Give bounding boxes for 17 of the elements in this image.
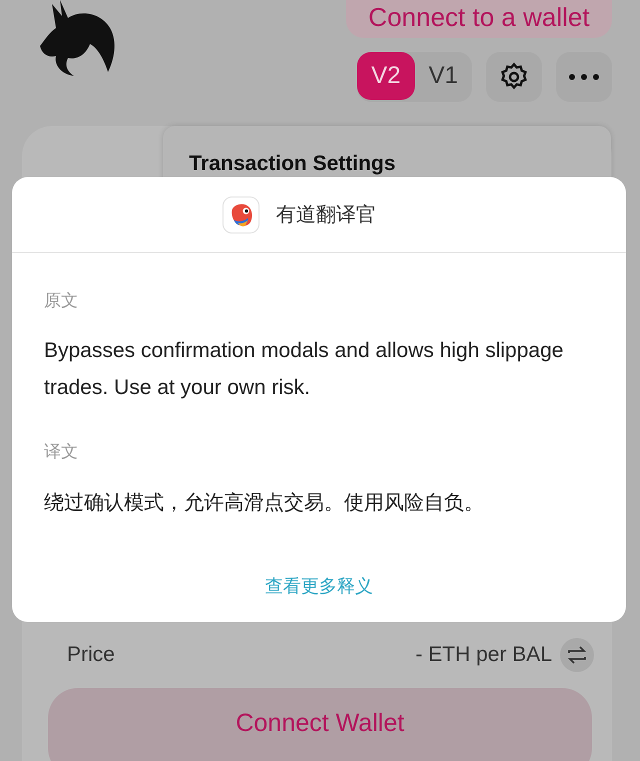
translation-label: 译文 (44, 441, 79, 463)
more-icon[interactable] (556, 52, 612, 102)
more-definitions-link[interactable]: 查看更多释义 (265, 574, 373, 598)
connect-wallet-button[interactable]: Connect to a wallet (346, 0, 612, 38)
connect-wallet-button[interactable]: Connect Wallet (48, 688, 592, 761)
source-label: 原文 (44, 290, 79, 312)
parrot-app-icon (222, 196, 260, 234)
source-text: Bypasses confirmation modals and allows high slippage trades. Use at your own risk. (44, 338, 564, 401)
version-tab[interactable]: V2 (357, 52, 415, 100)
price-value: - ETH per BAL (415, 643, 552, 667)
swap-arrows-icon[interactable] (560, 638, 594, 672)
version-tab[interactable]: V1 (414, 52, 472, 100)
settings-icon[interactable] (486, 52, 542, 102)
app-name: 有道翻译官 (276, 203, 376, 228)
price-label: Price (67, 643, 115, 667)
translation-text: 绕过确认模式，允许高滑点交易。使用风险自负。 (44, 491, 485, 516)
popover-title: Transaction Settings (189, 152, 396, 176)
